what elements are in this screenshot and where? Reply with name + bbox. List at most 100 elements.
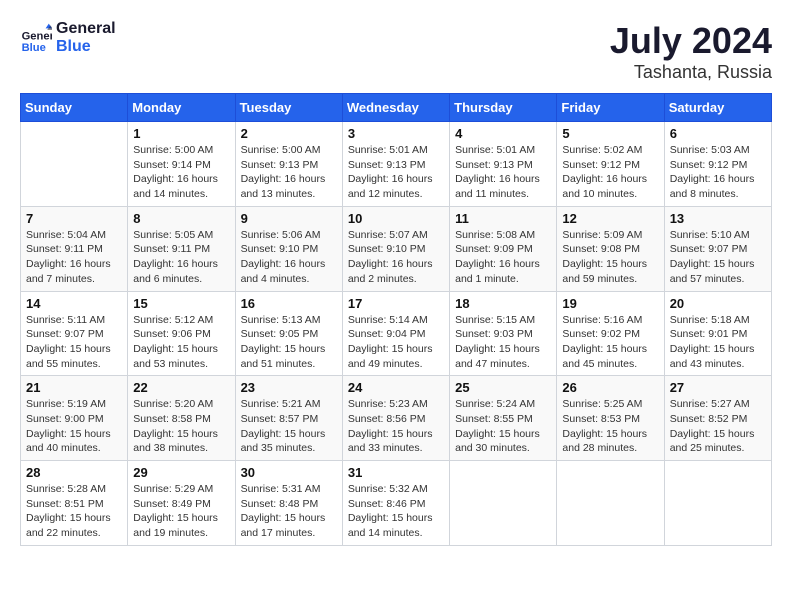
logo-icon: General Blue — [20, 22, 52, 54]
svg-text:General: General — [22, 30, 52, 42]
day-info: Sunrise: 5:14 AMSunset: 9:04 PMDaylight:… — [348, 313, 444, 372]
table-row: 14 Sunrise: 5:11 AMSunset: 9:07 PMDayligh… — [21, 291, 128, 376]
table-row: 20 Sunrise: 5:18 AMSunset: 9:01 PMDayligh… — [664, 291, 771, 376]
day-number: 5 — [562, 126, 658, 141]
day-number: 12 — [562, 211, 658, 226]
day-info: Sunrise: 5:13 AMSunset: 9:05 PMDaylight:… — [241, 313, 337, 372]
table-row: 26 Sunrise: 5:25 AMSunset: 8:53 PMDayligh… — [557, 376, 664, 461]
header-sunday: Sunday — [21, 94, 128, 122]
table-row — [664, 461, 771, 546]
table-row: 16 Sunrise: 5:13 AMSunset: 9:05 PMDayligh… — [235, 291, 342, 376]
day-number: 3 — [348, 126, 444, 141]
day-number: 7 — [26, 211, 122, 226]
table-row: 28 Sunrise: 5:28 AMSunset: 8:51 PMDayligh… — [21, 461, 128, 546]
day-number: 14 — [26, 296, 122, 311]
table-row: 30Sunrise: 5:31 AMSunset: 8:48 PMDayligh… — [235, 461, 342, 546]
table-row: 5 Sunrise: 5:02 AMSunset: 9:12 PMDaylight… — [557, 122, 664, 207]
day-info: Sunrise: 5:28 AMSunset: 8:51 PMDaylight:… — [26, 482, 122, 541]
calendar-week-row: 21Sunrise: 5:19 AMSunset: 9:00 PMDayligh… — [21, 376, 772, 461]
day-number: 9 — [241, 211, 337, 226]
day-number: 4 — [455, 126, 551, 141]
table-row: 7 Sunrise: 5:04 AMSunset: 9:11 PMDaylight… — [21, 206, 128, 291]
day-info: Sunrise: 5:08 AMSunset: 9:09 PMDaylight:… — [455, 228, 551, 287]
table-row: 8 Sunrise: 5:05 AMSunset: 9:11 PMDaylight… — [128, 206, 235, 291]
day-number: 31 — [348, 465, 444, 480]
logo: General Blue General Blue — [20, 20, 116, 55]
day-number: 27 — [670, 380, 766, 395]
day-info: Sunrise: 5:03 AMSunset: 9:12 PMDaylight:… — [670, 143, 766, 202]
day-info: Sunrise: 5:06 AMSunset: 9:10 PMDaylight:… — [241, 228, 337, 287]
day-number: 28 — [26, 465, 122, 480]
header-saturday: Saturday — [664, 94, 771, 122]
day-number: 26 — [562, 380, 658, 395]
day-info: Sunrise: 5:04 AMSunset: 9:11 PMDaylight:… — [26, 228, 122, 287]
table-row: 13 Sunrise: 5:10 AMSunset: 9:07 PMDayligh… — [664, 206, 771, 291]
day-number: 8 — [133, 211, 229, 226]
header-wednesday: Wednesday — [342, 94, 449, 122]
table-row: 1 Sunrise: 5:00 AMSunset: 9:14 PMDaylight… — [128, 122, 235, 207]
day-info: Sunrise: 5:12 AMSunset: 9:06 PMDaylight:… — [133, 313, 229, 372]
table-row: 10 Sunrise: 5:07 AMSunset: 9:10 PMDayligh… — [342, 206, 449, 291]
day-info: Sunrise: 5:16 AMSunset: 9:02 PMDaylight:… — [562, 313, 658, 372]
day-info: Sunrise: 5:05 AMSunset: 9:11 PMDaylight:… — [133, 228, 229, 287]
table-row: 27 Sunrise: 5:27 AMSunset: 8:52 PMDayligh… — [664, 376, 771, 461]
table-row: 3 Sunrise: 5:01 AMSunset: 9:13 PMDaylight… — [342, 122, 449, 207]
calendar-week-row: 1 Sunrise: 5:00 AMSunset: 9:14 PMDaylight… — [21, 122, 772, 207]
table-row: 11Sunrise: 5:08 AMSunset: 9:09 PMDayligh… — [450, 206, 557, 291]
calendar-week-row: 7 Sunrise: 5:04 AMSunset: 9:11 PMDaylight… — [21, 206, 772, 291]
table-row: 9 Sunrise: 5:06 AMSunset: 9:10 PMDaylight… — [235, 206, 342, 291]
day-info: Sunrise: 5:27 AMSunset: 8:52 PMDaylight:… — [670, 397, 766, 456]
header-tuesday: Tuesday — [235, 94, 342, 122]
day-info: Sunrise: 5:21 AMSunset: 8:57 PMDaylight:… — [241, 397, 337, 456]
day-number: 16 — [241, 296, 337, 311]
day-info: Sunrise: 5:10 AMSunset: 9:07 PMDaylight:… — [670, 228, 766, 287]
day-number: 10 — [348, 211, 444, 226]
table-row — [557, 461, 664, 546]
table-row: 31 Sunrise: 5:32 AMSunset: 8:46 PMDayligh… — [342, 461, 449, 546]
table-row: 2Sunrise: 5:00 AMSunset: 9:13 PMDaylight… — [235, 122, 342, 207]
table-row: 18 Sunrise: 5:15 AMSunset: 9:03 PMDayligh… — [450, 291, 557, 376]
day-info: Sunrise: 5:25 AMSunset: 8:53 PMDaylight:… — [562, 397, 658, 456]
day-info: Sunrise: 5:29 AMSunset: 8:49 PMDaylight:… — [133, 482, 229, 541]
header-monday: Monday — [128, 94, 235, 122]
table-row: 6 Sunrise: 5:03 AMSunset: 9:12 PMDaylight… — [664, 122, 771, 207]
day-info: Sunrise: 5:32 AMSunset: 8:46 PMDaylight:… — [348, 482, 444, 541]
day-info: Sunrise: 5:19 AMSunset: 9:00 PMDaylight:… — [26, 397, 122, 456]
day-info: Sunrise: 5:01 AMSunset: 9:13 PMDaylight:… — [348, 143, 444, 202]
day-number: 22 — [133, 380, 229, 395]
table-row: 23 Sunrise: 5:21 AMSunset: 8:57 PMDayligh… — [235, 376, 342, 461]
calendar-title: July 2024 — [610, 20, 772, 62]
header-friday: Friday — [557, 94, 664, 122]
day-number: 24 — [348, 380, 444, 395]
table-row: 29Sunrise: 5:29 AMSunset: 8:49 PMDayligh… — [128, 461, 235, 546]
day-info: Sunrise: 5:00 AMSunset: 9:14 PMDaylight:… — [133, 143, 229, 202]
calendar-table: Sunday Monday Tuesday Wednesday Thursday… — [20, 93, 772, 546]
day-number: 13 — [670, 211, 766, 226]
title-block: July 2024 Tashanta, Russia — [610, 20, 772, 83]
table-row: 21Sunrise: 5:19 AMSunset: 9:00 PMDayligh… — [21, 376, 128, 461]
table-row: 17Sunrise: 5:14 AMSunset: 9:04 PMDayligh… — [342, 291, 449, 376]
day-number: 23 — [241, 380, 337, 395]
day-number: 20 — [670, 296, 766, 311]
table-row: 19 Sunrise: 5:16 AMSunset: 9:02 PMDayligh… — [557, 291, 664, 376]
day-info: Sunrise: 5:18 AMSunset: 9:01 PMDaylight:… — [670, 313, 766, 372]
svg-text:Blue: Blue — [22, 41, 46, 53]
logo-general: General — [56, 20, 116, 38]
day-info: Sunrise: 5:20 AMSunset: 8:58 PMDaylight:… — [133, 397, 229, 456]
day-info: Sunrise: 5:31 AMSunset: 8:48 PMDaylight:… — [241, 482, 337, 541]
day-info: Sunrise: 5:15 AMSunset: 9:03 PMDaylight:… — [455, 313, 551, 372]
day-number: 19 — [562, 296, 658, 311]
table-row: 24Sunrise: 5:23 AMSunset: 8:56 PMDayligh… — [342, 376, 449, 461]
day-number: 1 — [133, 126, 229, 141]
day-number: 18 — [455, 296, 551, 311]
table-row — [21, 122, 128, 207]
day-info: Sunrise: 5:01 AMSunset: 9:13 PMDaylight:… — [455, 143, 551, 202]
day-number: 2 — [241, 126, 337, 141]
table-row: 12Sunrise: 5:09 AMSunset: 9:08 PMDayligh… — [557, 206, 664, 291]
table-row: 4 Sunrise: 5:01 AMSunset: 9:13 PMDaylight… — [450, 122, 557, 207]
day-info: Sunrise: 5:02 AMSunset: 9:12 PMDaylight:… — [562, 143, 658, 202]
day-number: 6 — [670, 126, 766, 141]
table-row: 25Sunrise: 5:24 AMSunset: 8:55 PMDayligh… — [450, 376, 557, 461]
day-info: Sunrise: 5:07 AMSunset: 9:10 PMDaylight:… — [348, 228, 444, 287]
day-info: Sunrise: 5:11 AMSunset: 9:07 PMDaylight:… — [26, 313, 122, 372]
